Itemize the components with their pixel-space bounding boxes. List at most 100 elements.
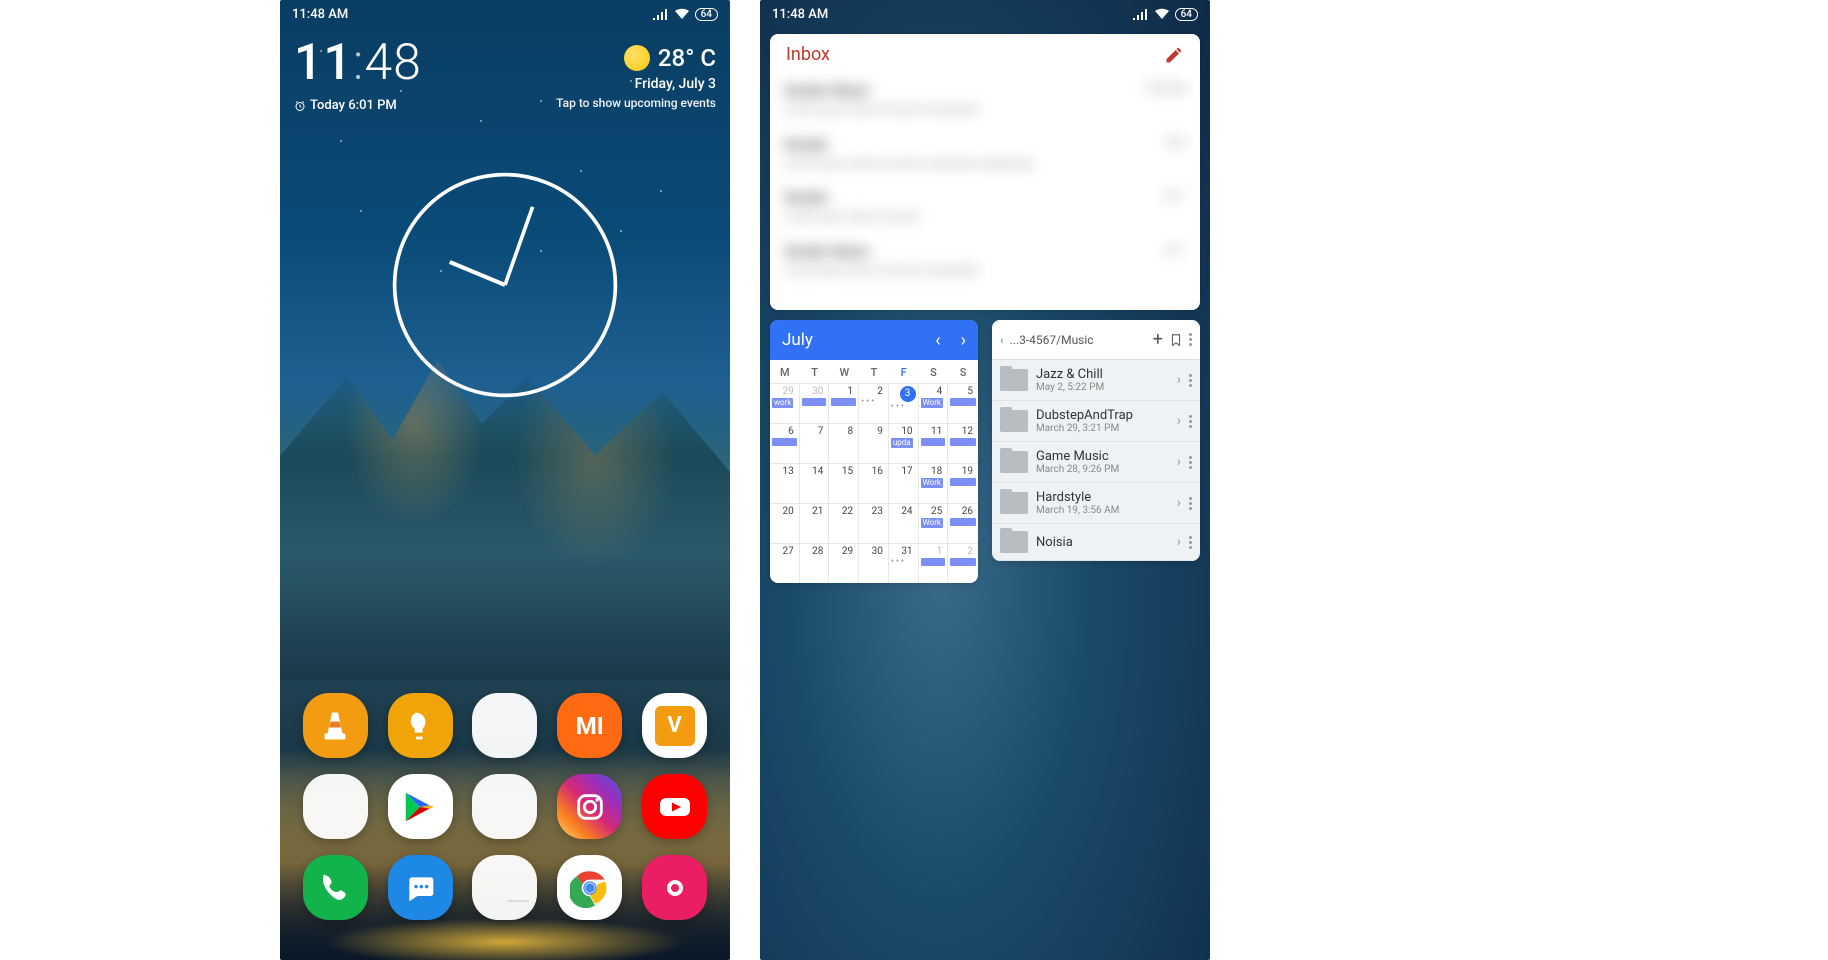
chevron-right-icon[interactable]: ›: [1177, 534, 1181, 550]
bookmark-icon[interactable]: [1169, 333, 1183, 347]
calendar-cell[interactable]: 1: [919, 543, 949, 583]
inbox-widget[interactable]: Inbox Sender NameLorem ipsum dolor sit a…: [770, 34, 1200, 310]
status-bar: 11:48 AM 64: [760, 0, 1210, 28]
calendar-cell[interactable]: 13: [770, 463, 800, 503]
calendar-cell[interactable]: 28: [800, 543, 830, 583]
calendar-cell[interactable]: 11: [919, 423, 949, 463]
calendar-cell[interactable]: 21: [800, 503, 830, 543]
calendar-prev-button[interactable]: ‹: [935, 330, 940, 351]
files-widget[interactable]: ‹ ...3-4567/Music + Jazz & Chill May 2, …: [992, 320, 1200, 561]
file-more-button[interactable]: [1189, 497, 1192, 510]
app-youtube[interactable]: [642, 774, 707, 839]
folder-icon: [1000, 410, 1028, 432]
app-v[interactable]: V: [642, 693, 707, 758]
app-tips[interactable]: [388, 693, 453, 758]
calendar-cell[interactable]: 7: [800, 423, 830, 463]
clock-widget[interactable]: 11:48 Today 6:01 PM: [294, 34, 422, 113]
app-vlc[interactable]: [303, 693, 368, 758]
calendar-cell[interactable]: 10upda: [889, 423, 919, 463]
calendar-cell[interactable]: 12: [948, 423, 978, 463]
files-add-button[interactable]: +: [1153, 329, 1163, 350]
calendar-cell[interactable]: 18Work: [919, 463, 949, 503]
file-more-button[interactable]: [1189, 456, 1192, 469]
calendar-cell[interactable]: 30: [859, 543, 889, 583]
calendar-cell[interactable]: 24: [889, 503, 919, 543]
calendar-next-button[interactable]: ›: [961, 330, 966, 351]
inbox-title[interactable]: Inbox: [786, 44, 830, 65]
app-chrome[interactable]: [557, 855, 622, 920]
folder-social[interactable]: [472, 774, 537, 839]
digital-clock[interactable]: 11:48: [294, 34, 422, 92]
calendar-month[interactable]: July: [782, 330, 935, 350]
calendar-cell[interactable]: 9: [859, 423, 889, 463]
calendar-cell[interactable]: 20: [770, 503, 800, 543]
calendar-cell[interactable]: 8: [829, 423, 859, 463]
events-hint[interactable]: Tap to show upcoming events: [556, 96, 716, 110]
app-play-store[interactable]: [388, 774, 453, 839]
calendar-cell[interactable]: 19: [948, 463, 978, 503]
calendar-cell[interactable]: 27: [770, 543, 800, 583]
calendar-cell[interactable]: 29: [829, 543, 859, 583]
file-row[interactable]: Noisia ›: [992, 524, 1200, 561]
signal-icon: [653, 8, 669, 20]
compose-icon[interactable]: [1164, 45, 1184, 65]
battery-icon: 64: [1175, 8, 1198, 21]
file-date: May 2, 5:22 PM: [1036, 382, 1169, 393]
file-name: Noisia: [1036, 535, 1169, 550]
calendar-cell[interactable]: 6: [770, 423, 800, 463]
app-instagram[interactable]: [557, 774, 622, 839]
chevron-right-icon[interactable]: ›: [1177, 372, 1181, 388]
file-name: Jazz & Chill: [1036, 367, 1169, 382]
file-row[interactable]: Game Music March 28, 9:26 PM ›: [992, 442, 1200, 483]
calendar-cell[interactable]: 4Work: [919, 383, 949, 423]
calendar-cell[interactable]: 22: [829, 503, 859, 543]
file-row[interactable]: Jazz & Chill May 2, 5:22 PM ›: [992, 360, 1200, 401]
file-row[interactable]: Hardstyle March 19, 3:56 AM ›: [992, 483, 1200, 524]
calendar-widget[interactable]: July ‹ › MTWTFSS29work3012•••3•••4Work56…: [770, 320, 978, 583]
analog-clock-widget[interactable]: [390, 170, 620, 400]
calendar-cell[interactable]: 30: [800, 383, 830, 423]
calendar-cell[interactable]: 3•••: [889, 383, 919, 423]
status-icons: 64: [1133, 8, 1198, 21]
inbox-body-blurred[interactable]: Sender NameLorem ipsum dolor sit amet co…: [770, 75, 1200, 301]
calendar-cell[interactable]: 26: [948, 503, 978, 543]
file-more-button[interactable]: [1189, 415, 1192, 428]
file-more-button[interactable]: [1189, 536, 1192, 549]
calendar-cell[interactable]: 23: [859, 503, 889, 543]
chevron-right-icon[interactable]: ›: [1177, 413, 1181, 429]
folder-media[interactable]: [303, 774, 368, 839]
folder-games[interactable]: [472, 855, 537, 920]
calendar-cell[interactable]: 25Work: [919, 503, 949, 543]
calendar-cell[interactable]: 17: [889, 463, 919, 503]
chevron-right-icon[interactable]: ›: [1177, 495, 1181, 511]
file-more-button[interactable]: [1189, 374, 1192, 387]
calendar-cell[interactable]: 5: [948, 383, 978, 423]
calendar-cell[interactable]: 1: [829, 383, 859, 423]
status-bar: 11:48 AM 64: [280, 0, 730, 28]
calendar-cell[interactable]: 16: [859, 463, 889, 503]
calendar-grid[interactable]: MTWTFSS29work3012•••3•••4Work5678910upda…: [770, 360, 978, 583]
calendar-cell[interactable]: 31•••: [889, 543, 919, 583]
files-more-button[interactable]: [1189, 333, 1192, 346]
calendar-dow: T: [859, 360, 889, 383]
app-messages[interactable]: [388, 855, 453, 920]
calendar-cell[interactable]: 14: [800, 463, 830, 503]
app-phone[interactable]: [303, 855, 368, 920]
folder-icon: [1000, 492, 1028, 514]
file-row[interactable]: DubstepAndTrap March 29, 3:21 PM ›: [992, 401, 1200, 442]
chevron-right-icon[interactable]: ›: [1177, 454, 1181, 470]
alarm-row[interactable]: Today 6:01 PM: [294, 98, 422, 113]
status-time: 11:48 AM: [292, 7, 348, 22]
app-mi[interactable]: MI: [557, 693, 622, 758]
top-widget[interactable]: 11:48 Today 6:01 PM 28° C Friday, July 3…: [294, 34, 716, 113]
battery-icon: 64: [695, 8, 718, 21]
folder-maps[interactable]: [472, 693, 537, 758]
files-path[interactable]: ...3-4567/Music: [1010, 333, 1147, 347]
weather-widget[interactable]: 28° C Friday, July 3 Tap to show upcomin…: [556, 34, 716, 110]
calendar-cell[interactable]: 29work: [770, 383, 800, 423]
app-camera[interactable]: [642, 855, 707, 920]
files-back-button[interactable]: ‹: [1000, 333, 1004, 347]
calendar-cell[interactable]: 2: [948, 543, 978, 583]
calendar-cell[interactable]: 2•••: [859, 383, 889, 423]
calendar-cell[interactable]: 15: [829, 463, 859, 503]
